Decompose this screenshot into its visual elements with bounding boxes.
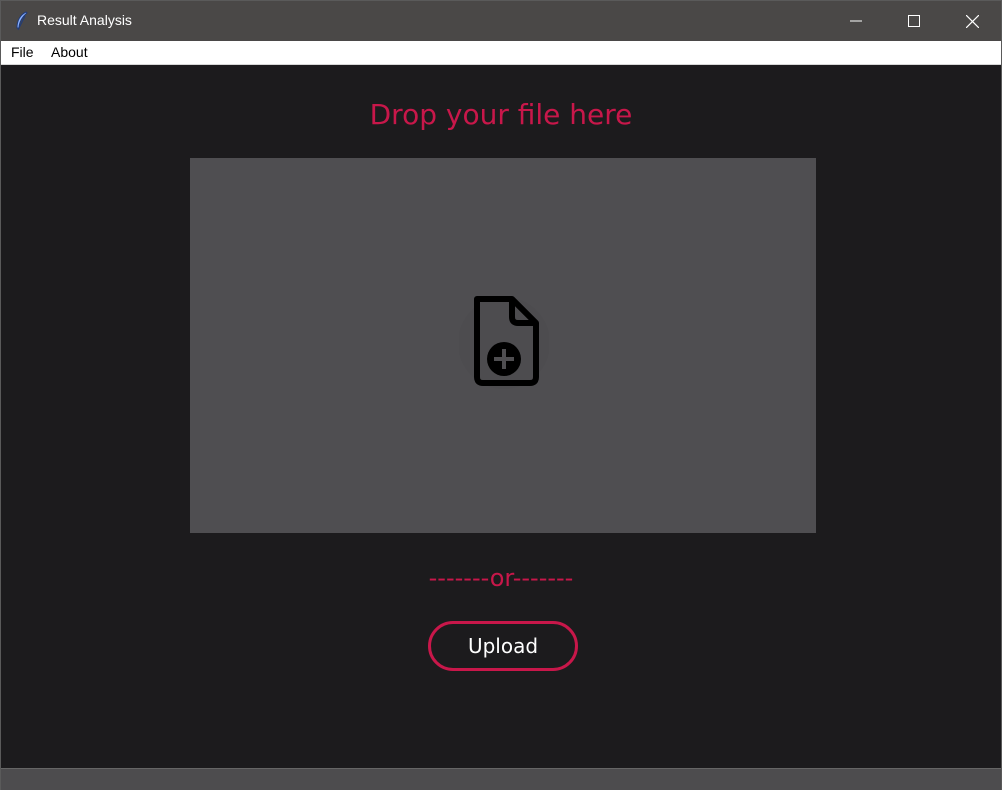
minimize-icon <box>850 20 862 22</box>
title-bar[interactable]: Result Analysis <box>1 1 1001 41</box>
menu-file[interactable]: File <box>11 44 34 60</box>
main-content: Drop your file here -------or------- Upl… <box>1 66 1001 768</box>
minimize-button[interactable] <box>827 1 885 41</box>
upload-button[interactable]: Upload <box>428 621 578 671</box>
menu-bar: File About <box>1 41 1001 65</box>
maximize-button[interactable] <box>885 1 943 41</box>
window-title: Result Analysis <box>37 12 132 28</box>
or-divider: -------or------- <box>428 564 574 592</box>
file-drop-zone[interactable] <box>190 158 816 533</box>
maximize-icon <box>908 15 920 27</box>
status-bar <box>1 768 1001 790</box>
close-button[interactable] <box>943 1 1001 41</box>
app-window: Result Analysis File About Drop your fil… <box>0 0 1002 790</box>
drop-title: Drop your file here <box>369 98 633 131</box>
menu-about[interactable]: About <box>51 44 88 60</box>
feather-icon <box>16 11 28 31</box>
close-icon <box>965 14 979 28</box>
file-add-icon <box>459 296 549 389</box>
